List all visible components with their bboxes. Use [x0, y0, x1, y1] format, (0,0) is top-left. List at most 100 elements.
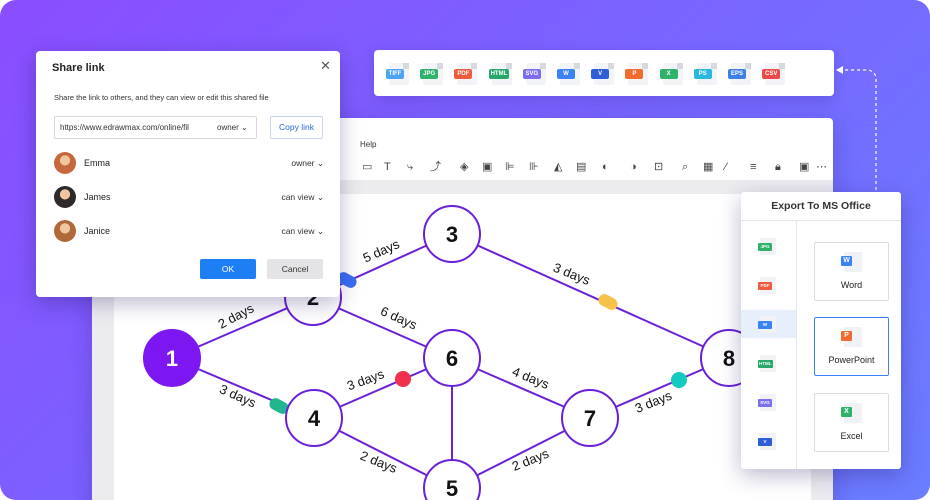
background-stage: Help ▭ T ⤷ ⤴ ◈ ▣ ⊫ ⊪ ◭ ▤ ◐ ◑ ⊡ ⌕ ▦ ∕ ≡ 🔒︎ ▣ ⋯ 2 days 5 days 3…: [0, 0, 930, 500]
text-icon[interactable]: T: [384, 156, 391, 178]
fit-icon[interactable]: ▣: [799, 156, 809, 178]
export-format-pdf-icon[interactable]: PDF: [741, 271, 796, 299]
shared-user-row: Janice can view ⌄: [54, 220, 324, 242]
image-icon[interactable]: ▤: [576, 156, 586, 178]
page-corner: [745, 63, 751, 69]
export-word-card[interactable]: W Word: [814, 242, 889, 301]
edge-duration-label: 5 days: [361, 236, 403, 265]
line-style-icon[interactable]: ≡: [750, 156, 756, 178]
flip-icon[interactable]: ◭: [554, 156, 562, 178]
format-p-icon[interactable]: P: [625, 63, 649, 85]
page-corner: [471, 63, 478, 69]
path-marker: [671, 372, 687, 388]
share-description: Share the link to others, and they can v…: [54, 93, 269, 102]
url-permission-select[interactable]: owner ⌄: [217, 123, 248, 132]
page-corner: [539, 63, 546, 69]
export-panel-title: Export To MS Office: [771, 200, 871, 212]
format-label: W: [557, 69, 575, 79]
path-marker: [395, 371, 411, 387]
export-format-svg-icon[interactable]: SVG: [741, 388, 796, 416]
user-permission-select[interactable]: can view ⌄: [281, 226, 324, 237]
format-label: EPS: [728, 69, 746, 79]
doc-shape: JPG: [758, 238, 776, 255]
export-format-v-icon[interactable]: V: [741, 427, 796, 455]
node-label: 4: [308, 406, 321, 431]
format-label: HTML: [488, 69, 510, 79]
format-eps-icon[interactable]: EPS: [728, 63, 751, 85]
group-icon[interactable]: ▣: [482, 156, 492, 178]
fill-icon[interactable]: ◐: [602, 156, 609, 178]
format-label: V: [591, 69, 610, 79]
page-corner: [437, 63, 444, 69]
user-permission-select[interactable]: owner ⌄: [291, 158, 324, 169]
format-label: SVG: [522, 69, 541, 79]
format-csv-icon[interactable]: CSV: [762, 63, 786, 85]
app-letter: X: [841, 407, 852, 417]
lock-icon[interactable]: 🔒︎: [775, 156, 781, 178]
format-label: P: [625, 69, 644, 79]
more-icon[interactable]: ⋯: [816, 156, 827, 178]
doc-shape: W: [758, 316, 776, 333]
layers-icon[interactable]: ◈: [460, 156, 468, 178]
node-label: 7: [584, 406, 596, 431]
app-letter: P: [841, 331, 852, 341]
search-icon[interactable]: ⌕: [682, 156, 688, 178]
doc-shape: PDF: [758, 277, 776, 294]
close-icon[interactable]: ✕: [320, 58, 331, 74]
edge-duration-label: 3 days: [551, 260, 593, 288]
panel-vertical-divider: [796, 220, 797, 469]
align-icon[interactable]: ⊫: [505, 156, 515, 178]
connector-line[interactable]: [451, 233, 730, 359]
format-label: TIFF: [386, 69, 404, 79]
copy-link-button[interactable]: Copy link: [270, 116, 323, 139]
user-name: James: [84, 192, 111, 202]
format-label: PDF: [758, 282, 772, 290]
export-powerpoint-card[interactable]: P PowerPoint: [814, 317, 889, 376]
shape-style-icon[interactable]: ◑: [630, 156, 637, 178]
cancel-button[interactable]: Cancel: [267, 259, 323, 279]
page-corner: [710, 63, 717, 69]
format-tiff-icon[interactable]: TIFF: [386, 63, 409, 85]
share-url-value[interactable]: https://www.edrawmax.com/online/fil: [60, 123, 210, 132]
page-corner: [574, 63, 580, 69]
page-corner: [676, 63, 683, 69]
share-url-field[interactable]: https://www.edrawmax.com/online/fil owne…: [54, 116, 257, 139]
card-label: PowerPoint: [828, 355, 875, 365]
crop-icon[interactable]: ⊡: [654, 156, 663, 178]
user-permission-select[interactable]: can view ⌄: [281, 192, 324, 203]
avatar: [54, 186, 76, 208]
format-ps-icon[interactable]: PS: [693, 63, 717, 85]
connector-icon[interactable]: ⤷: [407, 156, 413, 178]
format-label: W: [758, 321, 772, 329]
export-excel-card[interactable]: X Excel: [814, 393, 889, 452]
format-jpg-icon[interactable]: JPG: [420, 63, 444, 85]
excel-icon: X: [841, 403, 862, 423]
export-format-html-icon[interactable]: HTML: [741, 349, 796, 377]
url-permission-label: owner: [217, 123, 239, 132]
rectangle-icon[interactable]: ▭: [362, 156, 372, 178]
node-label: 6: [446, 346, 458, 371]
format-label: X: [659, 69, 678, 79]
node-label: 3: [446, 222, 458, 247]
format-v-icon[interactable]: V: [591, 63, 615, 85]
shared-user-row: James can view ⌄: [54, 186, 324, 208]
format-html-icon[interactable]: HTML: [488, 63, 512, 85]
format-label: JPG: [420, 69, 439, 79]
ok-button[interactable]: OK: [200, 259, 256, 279]
export-format-strip: TIFF JPG PDF HTML SVG W V P X PS EPS CSV: [374, 50, 834, 96]
word-icon: W: [841, 252, 862, 272]
format-label: PS: [693, 69, 712, 79]
export-format-w-icon[interactable]: W: [741, 310, 796, 338]
format-label: CSV: [762, 69, 781, 79]
menu-help[interactable]: Help: [360, 140, 376, 149]
avatar: [54, 220, 76, 242]
format-x-icon[interactable]: X: [659, 63, 683, 85]
pointer-icon[interactable]: ⤴: [430, 156, 441, 178]
find-replace-icon[interactable]: ▦: [703, 156, 713, 178]
format-svg-icon[interactable]: SVG: [522, 63, 546, 85]
export-format-jpg-icon[interactable]: JPG: [741, 232, 796, 260]
format-w-icon[interactable]: W: [557, 63, 580, 85]
pen-icon[interactable]: ∕: [725, 156, 727, 178]
format-pdf-icon[interactable]: PDF: [454, 63, 478, 85]
distribute-icon[interactable]: ⊪: [529, 156, 539, 178]
